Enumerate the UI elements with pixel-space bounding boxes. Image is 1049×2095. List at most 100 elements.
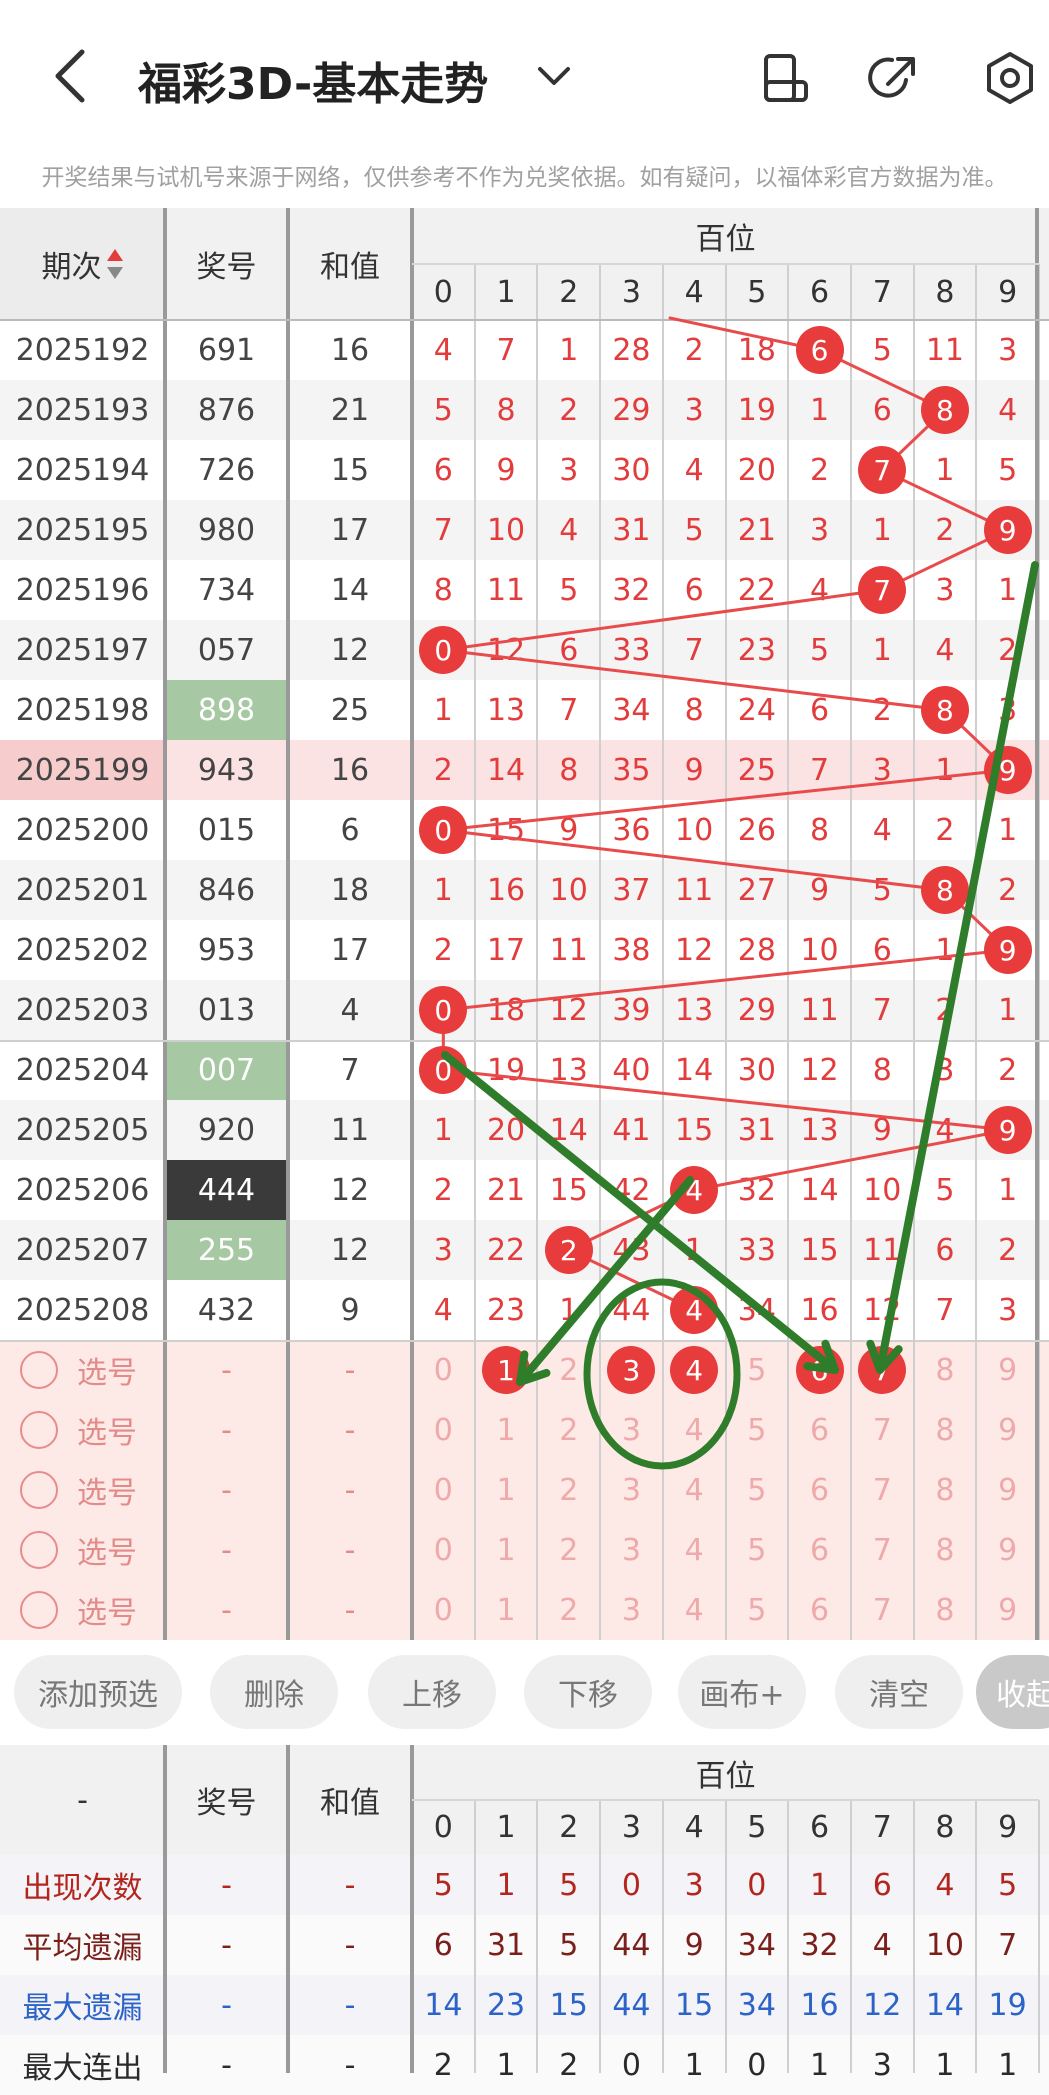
toolbar-button[interactable]: 下移 [524,1655,652,1729]
pick-label[interactable]: 选号 [62,1400,152,1460]
selected-pick-ball[interactable]: 1 [482,1346,531,1394]
pick-digit[interactable]: 4 [663,1400,726,1460]
selected-pick-ball[interactable]: 4 [670,1346,719,1394]
pick-digit[interactable]: 5 [726,1520,789,1580]
pick-radio[interactable] [20,1411,58,1449]
stats-digit-divider [724,1800,727,2073]
miss-count-cell: 19 [486,1052,526,1088]
pick-digit[interactable]: 5 [726,1460,789,1520]
row-divider [0,319,1049,321]
number-cell: 007 [165,1040,288,1100]
pick-label[interactable]: 选号 [62,1340,152,1400]
pick-digit[interactable]: 1 [475,1520,538,1580]
pick-digit[interactable]: 9 [976,1460,1039,1520]
pick-digit[interactable]: 7 [851,1400,914,1460]
pick-label[interactable]: 选号 [62,1460,152,1520]
pick-digit[interactable]: 5 [726,1400,789,1460]
pick-digit[interactable]: 3 [600,1400,663,1460]
pick-digit[interactable]: 4 [663,1460,726,1520]
pick-digit[interactable]: 1 [475,1580,538,1640]
share-icon[interactable] [866,50,922,106]
pick-digit[interactable]: 3 [600,1520,663,1580]
pick-digit[interactable]: 8 [914,1340,977,1400]
pick-digit[interactable]: 2 [537,1400,600,1460]
hit-ball: 8 [920,686,969,734]
toolbar-button[interactable]: 清空 [835,1655,963,1729]
stats-value: 1 [496,2047,516,2083]
pick-radio[interactable] [20,1471,58,1509]
miss-count-cell: 5 [809,632,830,668]
pick-digit[interactable]: 0 [412,1460,475,1520]
pick-digit[interactable]: 0 [412,1580,475,1640]
pick-radio[interactable] [20,1591,58,1629]
selected-pick-ball[interactable]: 7 [858,1346,907,1394]
phone-orientation-icon[interactable] [758,50,814,106]
pick-digit[interactable]: 3 [600,1460,663,1520]
pick-digit[interactable]: 2 [537,1340,600,1400]
toolbar-button[interactable]: 删除 [210,1655,338,1729]
back-arrow-icon[interactable] [40,40,100,110]
column-header-number: 奖号 [196,250,257,285]
pick-digit[interactable]: 1 [475,1400,538,1460]
sum-cell: 17 [330,932,370,968]
pick-digit[interactable]: 2 [537,1520,600,1580]
pick-digit[interactable]: 6 [788,1520,851,1580]
sort-icon[interactable] [106,247,124,281]
miss-count-cell: 40 [612,1052,651,1088]
digit-divider [536,264,539,1640]
miss-count-cell: 30 [737,1052,776,1088]
page-title[interactable]: 福彩3D-基本走势 [138,48,488,112]
miss-count-cell: 2 [998,1052,1018,1088]
pick-digit[interactable]: 8 [914,1400,977,1460]
toolbar-button[interactable]: 收起 [976,1655,1049,1729]
pick-digit[interactable]: 6 [788,1400,851,1460]
toolbar-button[interactable]: 上移 [368,1655,496,1729]
pick-radio[interactable] [20,1351,58,1389]
toolbar-button[interactable]: 画布+ [678,1655,806,1729]
miss-count-cell: 39 [612,992,651,1028]
pick-digit[interactable]: 8 [914,1580,977,1640]
disclaimer-notice: 开奖结果与试机号来源于网络，仅供参考不作为兑奖依据。如有疑问，以福体彩官方数据为… [41,165,1008,191]
pick-digit[interactable]: 7 [851,1520,914,1580]
pick-digit[interactable]: 2 [537,1580,600,1640]
pick-digit[interactable]: 1 [475,1460,538,1520]
pick-digit[interactable]: 8 [914,1460,977,1520]
pick-digit[interactable]: 9 [976,1340,1039,1400]
pick-digit[interactable]: 2 [537,1460,600,1520]
toolbar-button[interactable]: 添加预选 [14,1655,182,1729]
settings-icon[interactable] [982,50,1038,106]
pick-digit[interactable]: 0 [412,1520,475,1580]
pick-digit[interactable]: 9 [976,1580,1039,1640]
stats-label: 最大遗漏 [22,1991,143,2026]
selected-pick-ball[interactable]: 6 [795,1346,844,1394]
period-cell: 2025201 [15,872,150,908]
pick-digit[interactable]: 4 [663,1580,726,1640]
pick-digit[interactable]: 4 [663,1520,726,1580]
pick-radio[interactable] [20,1531,58,1569]
pick-digit[interactable]: 9 [976,1520,1039,1580]
pick-digit[interactable]: 5 [726,1580,789,1640]
pick-label[interactable]: 选号 [62,1580,152,1640]
pick-digit[interactable]: 9 [976,1400,1039,1460]
pick-digit[interactable]: 7 [851,1580,914,1640]
miss-count-cell: 4 [998,392,1018,428]
miss-count-cell: 43 [612,1232,651,1268]
pick-digit[interactable]: 0 [412,1340,475,1400]
pick-digit[interactable]: 0 [412,1400,475,1460]
stats-label: 最大连出 [22,2051,143,2086]
digit-header: 4 [684,274,704,310]
pick-digit[interactable]: 6 [788,1460,851,1520]
column-header-period[interactable]: 期次 [0,208,165,320]
pick-digit[interactable]: 6 [788,1580,851,1640]
pick-digit[interactable]: 8 [914,1520,977,1580]
pick-digit[interactable]: 3 [600,1580,663,1640]
miss-count-cell: 3 [433,1232,453,1268]
chevron-down-icon[interactable] [530,55,578,95]
digit-header: 5 [747,274,767,310]
period-cell: 2025199 [15,752,150,788]
pick-digit[interactable]: 5 [726,1340,789,1400]
pick-label[interactable]: 选号 [62,1520,152,1580]
pick-digit[interactable]: 7 [851,1460,914,1520]
miss-count-cell: 32 [737,1172,776,1208]
miss-count-cell: 12 [675,932,714,968]
